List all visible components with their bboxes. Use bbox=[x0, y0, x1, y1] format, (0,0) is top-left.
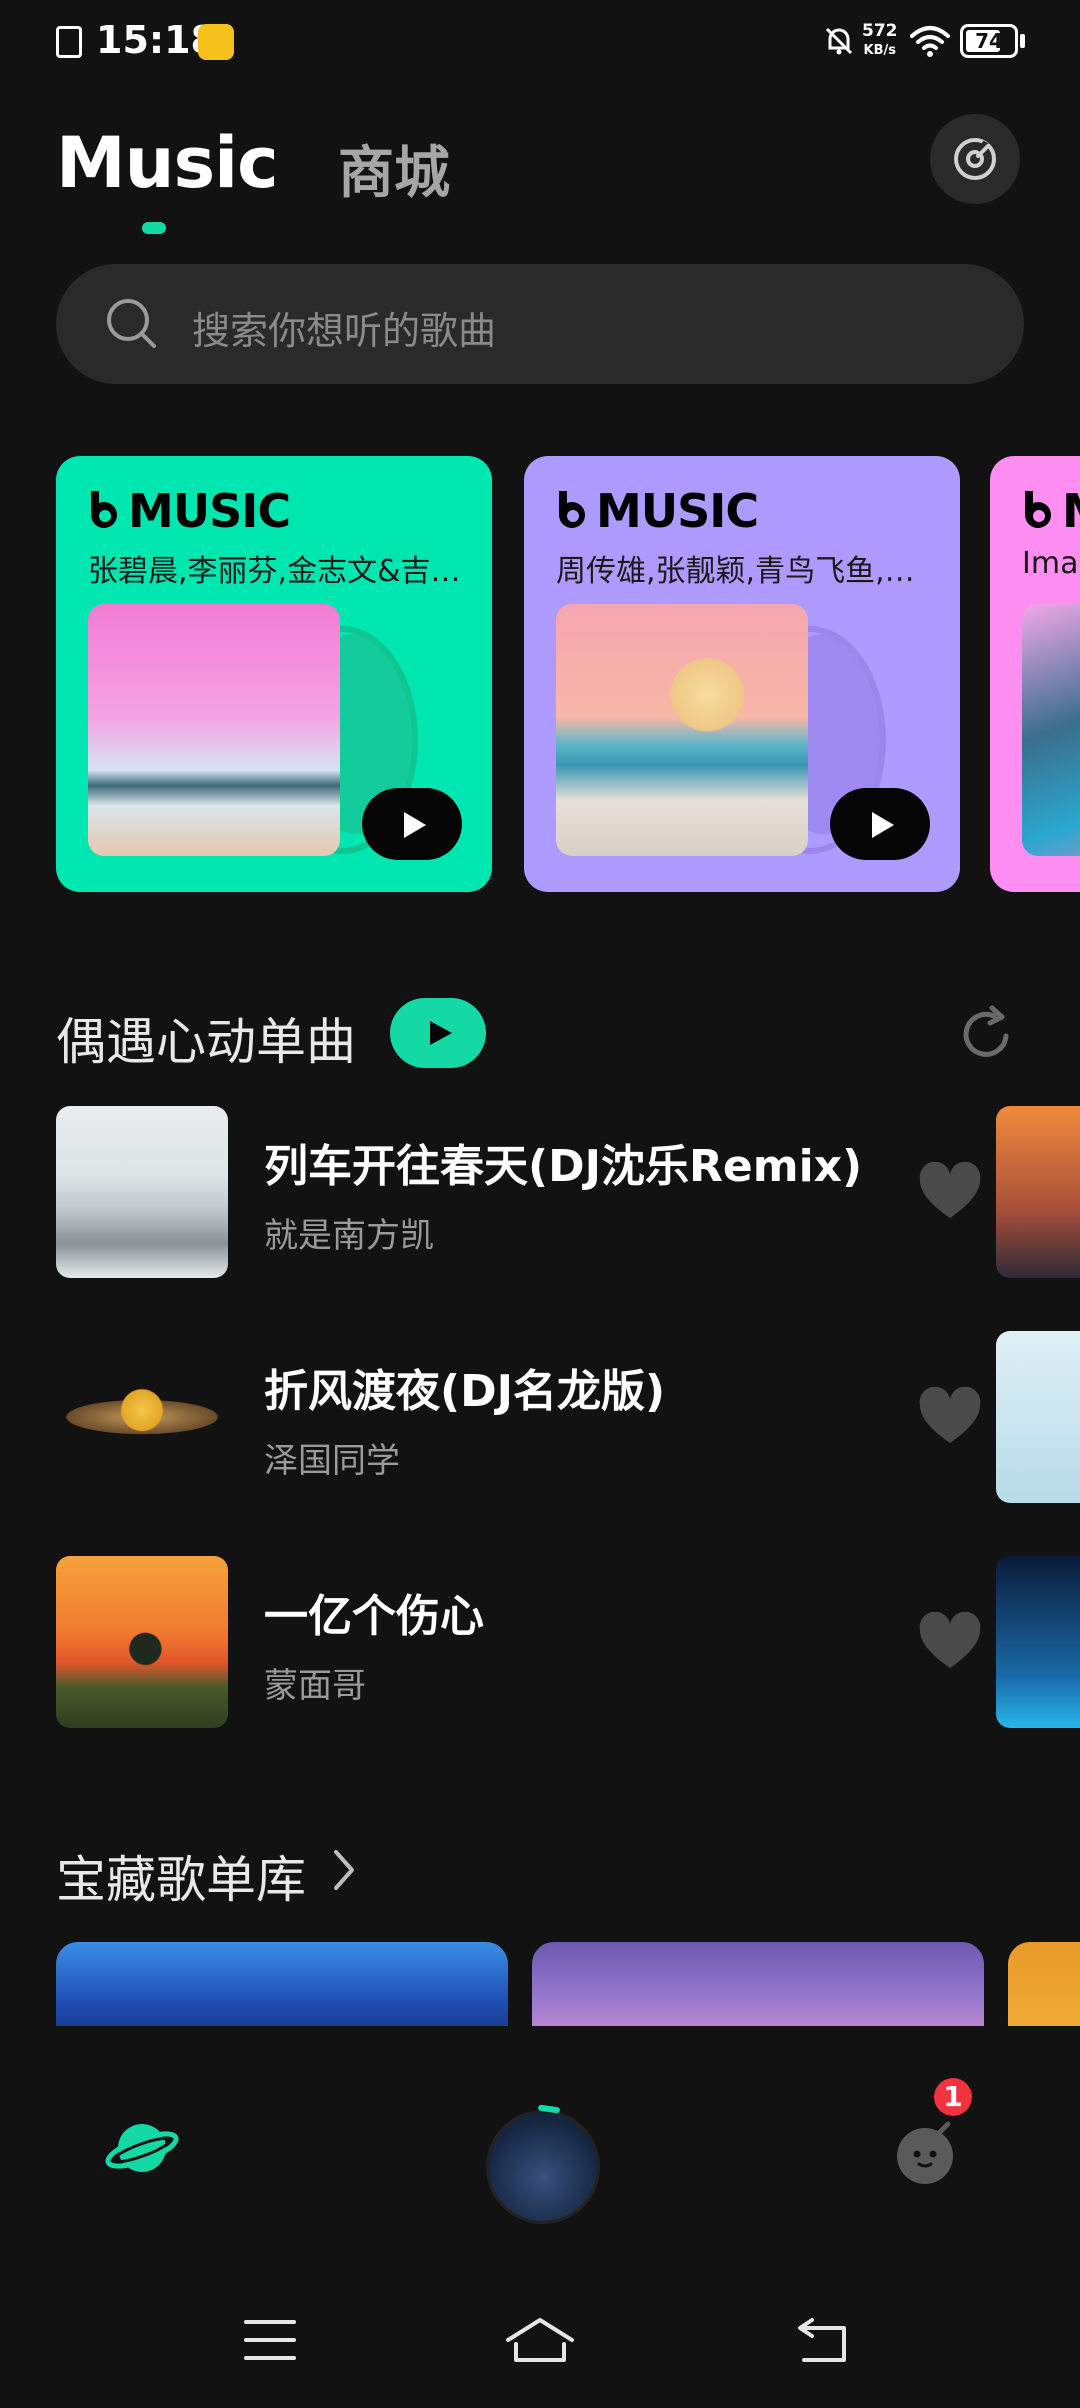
heart-icon[interactable] bbox=[918, 1387, 982, 1447]
next-page-cover-peek bbox=[996, 1106, 1080, 1278]
wifi-icon bbox=[910, 26, 950, 57]
heart-icon[interactable] bbox=[918, 1612, 982, 1672]
network-speed: 572 KB/s bbox=[862, 21, 898, 59]
battery-percent: 74 bbox=[975, 29, 1003, 53]
play-all-button[interactable] bbox=[390, 998, 486, 1068]
refresh-icon[interactable] bbox=[960, 1004, 1016, 1064]
banner-cover-image bbox=[1022, 604, 1080, 856]
disc-settings-button[interactable] bbox=[930, 114, 1020, 204]
banner-carousel[interactable]: MUSIC 张碧晨,李丽芬,金志文&吉… MUSIC 周传雄,张靓颖,青鸟飞鱼,… bbox=[0, 456, 1080, 892]
battery-nub bbox=[1020, 34, 1025, 48]
now-playing-disc[interactable] bbox=[486, 2110, 600, 2224]
sim-card-icon bbox=[56, 26, 82, 58]
song-artist: 就是南方凯 bbox=[264, 1216, 434, 1256]
song-title: 一亿个伤心 bbox=[264, 1591, 484, 1642]
back-icon[interactable] bbox=[794, 2316, 850, 2364]
tab-music[interactable]: Music bbox=[56, 122, 279, 204]
music-brand-icon bbox=[559, 491, 585, 528]
song-row[interactable]: 折风渡夜(DJ名龙版) 泽国同学 bbox=[56, 1331, 1080, 1503]
profile-notification-badge: 1 bbox=[934, 2078, 972, 2116]
next-page-cover-peek bbox=[996, 1331, 1080, 1503]
bottom-navigation bbox=[0, 2026, 1080, 2246]
notifications-muted-icon bbox=[825, 27, 853, 55]
heart-icon[interactable] bbox=[918, 1162, 982, 1222]
music-brand-icon bbox=[1025, 491, 1051, 528]
banner-card[interactable]: MUSIC 张碧晨,李丽芬,金志文&吉… bbox=[56, 456, 492, 892]
search-bar[interactable]: 搜索你想听的歌曲 bbox=[56, 264, 1024, 384]
song-title: 列车开往春天(DJ沈乐Remix) bbox=[264, 1141, 863, 1192]
app-notification-icon bbox=[198, 24, 234, 60]
status-bar: 15:18 572 KB/s 74 bbox=[0, 0, 1080, 84]
banner-artists: 张碧晨,李丽芬,金志文&吉… bbox=[88, 554, 461, 589]
system-navigation-bar bbox=[0, 2250, 1080, 2408]
search-icon bbox=[107, 299, 156, 348]
music-app-screen: 15:18 572 KB/s 74 Music 商城 搜索你想听的歌曲 MUSI… bbox=[0, 0, 1080, 2408]
menu-icon[interactable] bbox=[244, 2318, 296, 2362]
banner-cover-image bbox=[556, 604, 808, 856]
song-artist: 泽国同学 bbox=[264, 1441, 400, 1481]
banner-artists: Imag bbox=[1022, 546, 1080, 581]
banner-cover-image bbox=[88, 604, 340, 856]
song-row[interactable]: 列车开往春天(DJ沈乐Remix) 就是南方凯 bbox=[56, 1106, 1080, 1278]
banner-card[interactable]: MUSIC 周传雄,张靓颖,青鸟飞鱼,魏… bbox=[524, 456, 960, 892]
playlist-card[interactable] bbox=[56, 1942, 508, 2028]
battery-indicator: 74 bbox=[960, 24, 1018, 58]
next-page-cover-peek bbox=[996, 1556, 1080, 1728]
chevron-right-icon[interactable] bbox=[330, 1848, 358, 1892]
discover-planet-icon[interactable] bbox=[104, 2110, 180, 2186]
playlist-library-title[interactable]: 宝藏歌单库 bbox=[56, 1840, 306, 1912]
song-cover-image bbox=[56, 1331, 228, 1503]
song-cover-image bbox=[56, 1106, 228, 1278]
music-logo: MUSIC bbox=[88, 484, 291, 538]
playlist-card[interactable] bbox=[1008, 1942, 1080, 2028]
song-title: 折风渡夜(DJ名龙版) bbox=[264, 1366, 666, 1417]
disc-settings-icon bbox=[954, 138, 996, 180]
tab-mall[interactable]: 商城 bbox=[338, 128, 450, 209]
single-songs-title: 偶遇心动单曲 bbox=[56, 1013, 356, 1071]
music-logo: MUSIC bbox=[556, 484, 759, 538]
banner-play-button[interactable] bbox=[362, 788, 462, 860]
banner-artists: 周传雄,张靓颖,青鸟飞鱼,魏… bbox=[556, 554, 936, 589]
banner-card[interactable]: MU Imag bbox=[990, 456, 1080, 892]
song-artist: 蒙面哥 bbox=[264, 1666, 366, 1706]
home-icon[interactable] bbox=[504, 2316, 576, 2364]
song-cover-image bbox=[56, 1556, 228, 1728]
search-placeholder: 搜索你想听的歌曲 bbox=[192, 309, 497, 353]
profile-icon[interactable] bbox=[890, 2116, 960, 2186]
music-brand-icon bbox=[91, 491, 117, 528]
active-tab-indicator bbox=[142, 222, 166, 234]
playlist-carousel[interactable] bbox=[0, 1942, 1080, 2028]
playlist-card[interactable] bbox=[532, 1942, 984, 2028]
song-row[interactable]: 一亿个伤心 蒙面哥 bbox=[56, 1556, 1080, 1728]
music-logo: MU bbox=[1022, 484, 1080, 538]
banner-play-button[interactable] bbox=[830, 788, 930, 860]
